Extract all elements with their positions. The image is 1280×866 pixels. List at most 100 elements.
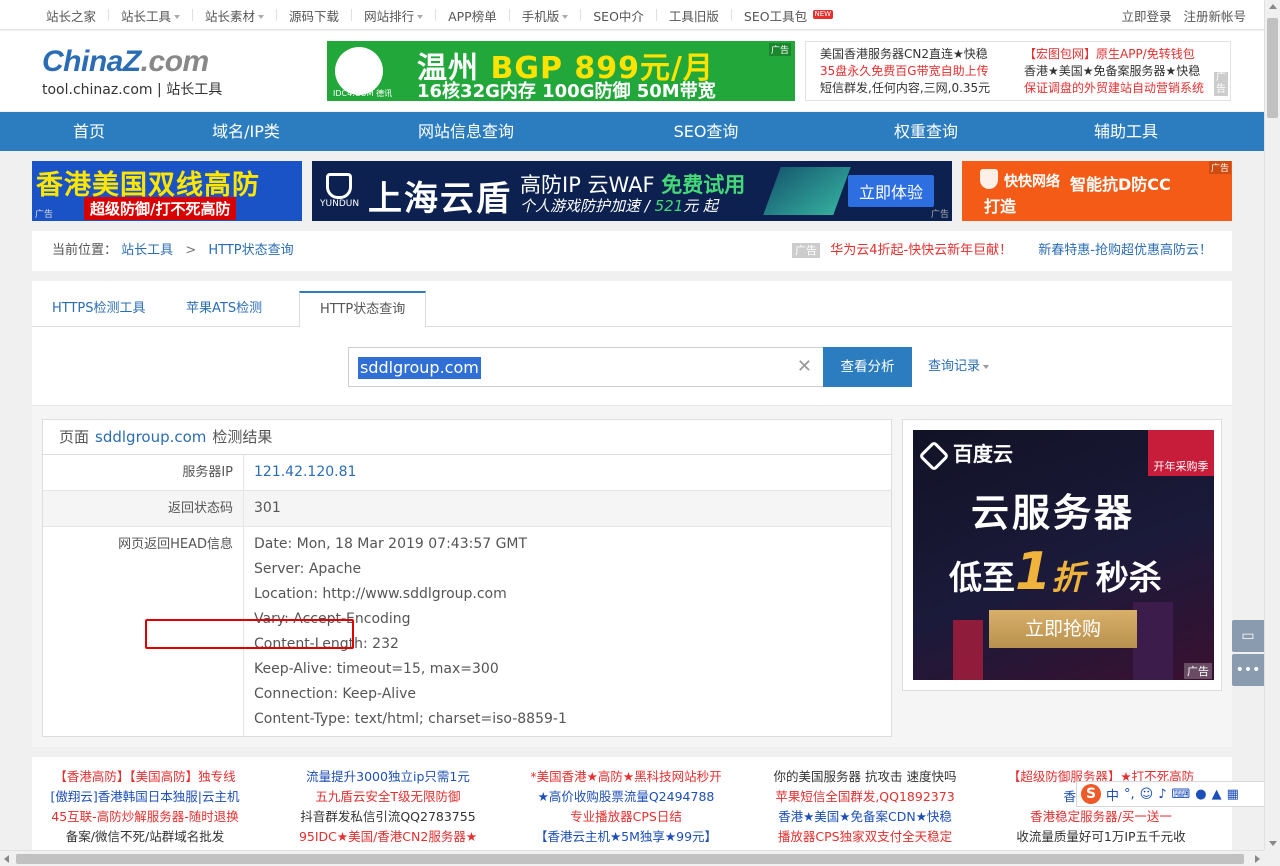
topnav-item[interactable]: 手机版 [510,6,581,25]
chevron-down-icon [417,15,424,19]
vertical-scroll-thumb[interactable] [1267,18,1278,118]
topnav-item[interactable]: 站长工具 [109,6,192,25]
bottom-ad-link[interactable]: [傲翔云]香港韩国日本独服|云主机 [32,787,258,807]
toolbox-icon[interactable]: ▦ [1227,787,1239,802]
history-label: 查询记录 [928,359,981,374]
banner-yundun-ad[interactable]: YUNDUN 上海云盾 高防IP 云WAF 免费试用 个人游戏防护加速 / 52… [312,161,952,221]
topnav-item[interactable]: 源码下载 [277,6,351,25]
text-ad-link[interactable]: 美国香港服务器CN2直连★快稳 [820,46,1024,63]
breadcrumb-link-tools[interactable]: 站长工具 [121,243,173,258]
menu-item[interactable]: SEO查询 [674,112,739,151]
chevron-down-icon [174,15,181,19]
text-ad-link[interactable]: 保证调盘的外贸建站自动营销系统 [1024,80,1204,97]
microphone-icon[interactable]: ♪ [1158,787,1166,802]
bottom-ad-link[interactable]: 抖音群发私信引流QQ2783755 [275,807,501,827]
topnav-item[interactable]: 站长之家 [34,6,108,25]
bottom-ad-link[interactable]: 苹果短信全国群发,QQ1892373 [752,787,978,807]
menu-item[interactable]: 网站信息查询 [418,112,514,151]
bottom-ad-link[interactable]: 【香港高防】【美国高防】独专线 [32,767,258,787]
bottom-ad-link[interactable]: 流量提升3000独立ip只需1元 [275,767,501,787]
bottom-ad-link[interactable]: 45互联-高防炒解服务器-随时退换 [32,807,258,827]
menu-item[interactable]: 首页 [73,112,105,151]
ad-headline: 云服务器 [971,491,1136,535]
header-banner-ad[interactable]: IDC4.COM 德讯 温州 BGP 899元/月 16核32G内存 100G防… [327,41,795,101]
ime-lang[interactable]: 中 [1106,785,1119,804]
topnav-item[interactable]: SEO工具包 NEW [732,6,834,25]
keyboard-icon[interactable]: ⌨ [1172,787,1191,802]
server-ip-value[interactable]: 121.42.120.81 [254,455,891,490]
tab-https-check[interactable]: HTTPS检测工具 [32,291,166,327]
text-ad-row: 美国香港服务器CN2直连★快稳 【宏图包网】原生APP/免转钱包 [820,46,1230,63]
topnav-item[interactable]: 工具旧版 [657,6,731,25]
main-panel: HTTPS检测工具 苹果ATS检测 HTTP状态查询 sddlgroup.com ✕… [32,281,1232,747]
more-options-icon[interactable]: ••• [1232,654,1264,686]
analyze-button[interactable]: 查看分析 [823,347,912,387]
login-link[interactable]: 立即登录 [1121,6,1171,25]
scroll-down-icon[interactable] [1269,841,1277,846]
bottom-ad-link[interactable]: ★高价收购股票流量Q2494788 [513,787,739,807]
chinaz-logo[interactable]: ChinaZ.com tool.chinaz.com | 站长工具 [42,47,222,99]
clear-icon[interactable]: ✕ [797,356,812,378]
topnav-item[interactable]: 网站排行 [352,6,435,25]
banner-hk-us-ad[interactable]: 香港美国双线高防 超级防御/打不死高防 广告 [32,161,302,221]
horizontal-scrollbar[interactable] [0,850,1264,866]
text-ad-link[interactable]: 【宏图包网】原生APP/免转钱包 [1024,46,1195,63]
tab-http-status[interactable]: HTTP状态查询 [299,291,427,328]
menu-item[interactable]: 权重查询 [894,112,958,151]
banner-kuaikuai-ad[interactable]: 快快网络 智能抗D防CC 打造 广告 [962,161,1232,221]
bottom-ad-link[interactable]: 专业播放器CPS日结 [513,807,739,827]
feedback-chat-icon[interactable]: ▭ [1232,620,1264,652]
head-info-line: Date: Mon, 18 Mar 2019 07:43:57 GMT [254,536,528,552]
ad-tag: 广告 [1214,72,1228,96]
user-icon[interactable]: ● [1195,787,1206,802]
topnav-item[interactable]: 站长素材 [193,6,276,25]
tab-apple-ats[interactable]: 苹果ATS检测 [166,291,282,327]
menu-item[interactable]: 辅助工具 [1094,112,1158,151]
grab-now-button[interactable]: 立即抢购 [989,610,1137,648]
ad-tag: 广告 [768,43,791,56]
ime-toolbar[interactable]: S 中 °, ☺ ♪ ⌨ ● ▲ ▦ [1076,781,1280,807]
baidu-cloud-ad[interactable]: 百度云 开年采购季 云服务器 低至1折 秒杀 立即抢购 广告 [913,430,1214,680]
bottom-ad-link[interactable]: 备案/微信不死/站群域名批发 [32,827,258,847]
offer-c: 折 [1051,558,1085,597]
scroll-right-icon[interactable] [1255,855,1260,863]
newyear-deal-ad-link[interactable]: 新春特惠-抢购超优惠高防云！ [1038,243,1212,258]
scroll-left-icon[interactable] [4,855,9,863]
result-domain-link[interactable]: sddlgroup.com [95,428,206,446]
skin-icon[interactable]: ▲ [1212,787,1222,802]
offer-b: 1 [1015,542,1052,602]
result-table: 页面 sddlgroup.com 检测结果 服务器IP 121.42.120.81 … [42,419,892,737]
bottom-ad-link[interactable]: 【香港云主机★5M独享★99元】 [513,827,739,847]
query-history-dropdown[interactable]: 查询记录 [928,347,990,387]
topnav-item[interactable]: SEO中介 [581,6,656,25]
breadcrumb-link-current[interactable]: HTTP状态查询 [208,243,293,258]
domain-search-input[interactable]: sddlgroup.com ✕ [348,347,824,387]
huawei-cloud-ad-link[interactable]: 华为云4折起-快快云新年巨献！ [830,243,1012,258]
text-ad-link[interactable]: 短信群发,任何内容,三网,0.35元 [820,80,1024,97]
emoji-icon[interactable]: ☺ [1140,787,1154,802]
text-ad-link[interactable]: 香港★美国★免备案服务器★快稳 [1024,63,1200,80]
ime-punct[interactable]: °, [1124,787,1135,802]
register-link[interactable]: 注册新帐号 [1183,6,1246,25]
bottom-ad-link[interactable]: 五九盾云安全T级无限防御 [275,787,501,807]
decor-bar [953,620,983,680]
bottom-ad-link[interactable]: 香港稳定服务器/买一送一 [988,807,1214,827]
bottom-ad-link[interactable]: 收流量质量好可1万IP五千元收 [988,827,1214,847]
topnav-item[interactable]: APP榜单 [436,6,509,25]
menu-item[interactable]: 域名/IP类 [212,112,280,151]
text-ad-link[interactable]: 35盘永久免费百G带宽自助上传 [820,63,1024,80]
try-now-button[interactable]: 立即体验 [848,175,935,207]
bottom-ad-link[interactable]: *美国香港★高防★黑科技网站秒开 [513,767,739,787]
result-title-suffix: 检测结果 [212,428,273,446]
top-nav-bar: 站长之家 站长工具 站长素材 源码下载 网站排行 APP榜单 手机版 SEO中介 工具旧版 SEO… [0,0,1264,30]
vertical-scrollbar[interactable] [1264,0,1280,850]
topnav-item-label: 站长之家 [46,8,97,24]
bottom-ad-link[interactable]: 95IDC★美国/香港CN2服务器★ [275,827,501,847]
banner-brand: IDC4.COM 德讯 [333,89,393,98]
bottom-ad-link[interactable]: 你的美国服务器 抗攻击 速度快吗 [752,767,978,787]
horizontal-scroll-thumb[interactable] [16,854,1244,864]
chevron-down-icon [983,364,990,369]
scroll-up-icon[interactable] [1269,4,1277,9]
bottom-ad-link[interactable]: 香港★美国★免备案CDN★快稳 [752,807,978,827]
bottom-ad-link[interactable]: 播放器CPS独家双支付全天稳定 [752,827,978,847]
